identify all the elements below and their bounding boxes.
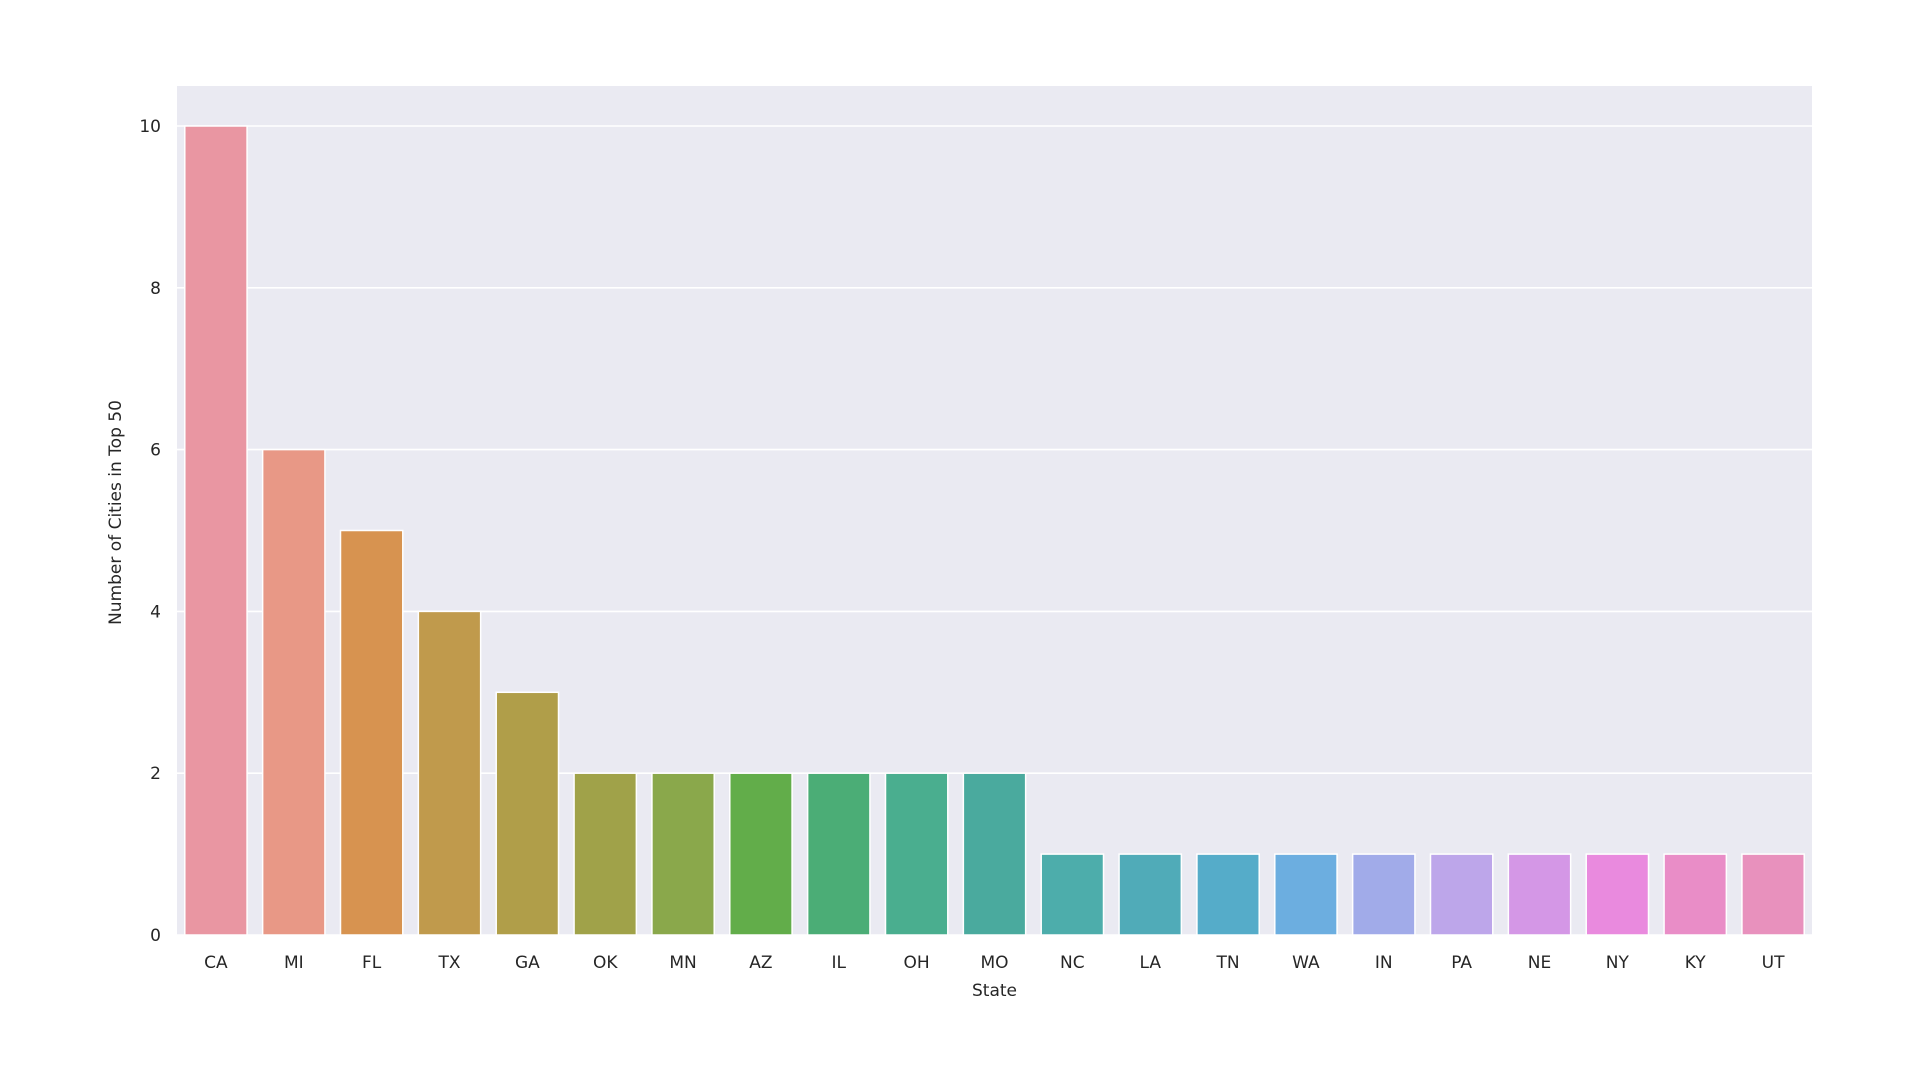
y-tick-labels: 0 2 4 6 8 10 [139, 117, 161, 946]
bar-oh [884, 772, 949, 936]
x-tick-label: LA [1139, 953, 1161, 973]
bar-tn [1196, 853, 1260, 936]
bar-la [1118, 853, 1183, 936]
x-tick-label: GA [515, 953, 540, 973]
x-tick-label: NC [1060, 953, 1085, 973]
x-tick-label: TN [1216, 953, 1240, 973]
y-tick-label: 6 [150, 441, 161, 461]
x-tick-label: NY [1606, 953, 1630, 973]
x-tick-label: AZ [749, 953, 772, 973]
bar-ne [1507, 853, 1572, 936]
x-tick-label: CA [204, 953, 228, 973]
x-tick-label: KY [1685, 953, 1707, 973]
bar-az [729, 772, 793, 936]
x-tick-label: WA [1292, 953, 1320, 973]
bar-fl [339, 529, 404, 936]
x-tick-label: MI [284, 953, 304, 973]
y-tick-label: 0 [150, 926, 161, 946]
x-tick-label: TX [437, 953, 460, 973]
bar-ny [1585, 853, 1650, 936]
bar-tx [417, 610, 482, 936]
bar-nc [1040, 853, 1105, 936]
bar-mi [261, 448, 326, 936]
bar-chart: 0 2 4 6 8 10 CA MI FL TX GA OK MN AZ IL OH MO NC LA TN WA IN… [106, 86, 1812, 1001]
y-tick-label: 8 [150, 279, 161, 299]
x-tick-label: UT [1762, 953, 1785, 973]
bar-in [1351, 853, 1416, 936]
bar-pa [1429, 853, 1494, 936]
bar-ky [1663, 853, 1728, 936]
chart-container: 0 2 4 6 8 10 CA MI FL TX GA OK MN AZ IL OH MO NC LA TN WA IN… [0, 0, 1920, 1080]
x-tick-label: NE [1528, 953, 1551, 973]
x-tick-label: MO [980, 953, 1008, 973]
bar-ca [184, 125, 248, 936]
bar-ok [573, 772, 638, 936]
x-tick-label: IN [1375, 953, 1393, 973]
x-tick-label: IL [832, 953, 847, 973]
bar-mo [962, 772, 1027, 936]
bar-il [806, 772, 871, 936]
y-axis-label: Number of Cities in Top 50 [106, 400, 126, 625]
x-tick-label: PA [1451, 953, 1472, 973]
bar-ga [495, 691, 560, 936]
x-tick-labels: CA MI FL TX GA OK MN AZ IL OH MO NC LA TN WA IN PA NE NY KY… [204, 953, 1785, 973]
y-tick-label: 4 [150, 602, 161, 622]
x-tick-label: OK [593, 953, 618, 973]
y-tick-label: 10 [139, 117, 161, 137]
x-axis-label: State [972, 981, 1017, 1001]
y-tick-label: 2 [150, 764, 161, 784]
x-tick-label: MN [669, 953, 696, 973]
x-tick-label: OH [904, 953, 930, 973]
bar-ut [1741, 853, 1805, 936]
x-tick-label: FL [362, 953, 382, 973]
bar-wa [1274, 853, 1338, 936]
bar-mn [651, 772, 715, 936]
